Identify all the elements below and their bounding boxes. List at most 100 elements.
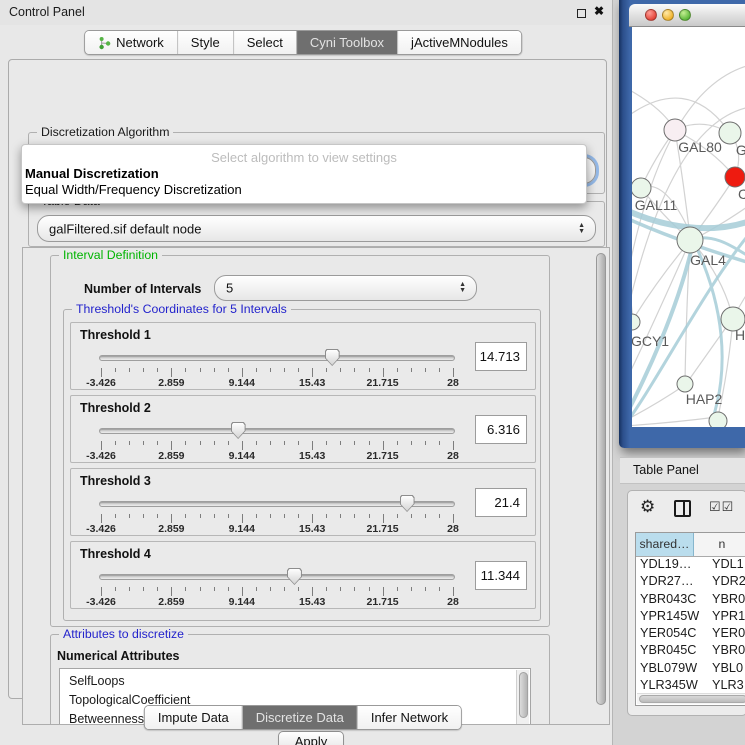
scale-tick-label: 9.144: [229, 377, 255, 389]
vertical-scrollbar[interactable]: [595, 251, 607, 723]
network-node-gal4[interactable]: [677, 227, 703, 253]
scale-tick-label: 21.715: [367, 377, 399, 389]
algorithm-option-equal-width-frequency-discretization[interactable]: Equal Width/Frequency Discretization: [25, 182, 242, 197]
slider-thumb[interactable]: [287, 568, 302, 585]
panel-title: Control Panel: [9, 5, 85, 19]
cell-name[interactable]: YBL0: [706, 661, 743, 678]
threshold-slider[interactable]: [99, 568, 459, 586]
threshold-slider[interactable]: [99, 349, 459, 367]
cell-shared-name[interactable]: YBR045C: [636, 643, 706, 660]
tab-select[interactable]: Select: [233, 31, 296, 54]
threshold-label: Threshold 2: [80, 401, 151, 415]
tab-style[interactable]: Style: [177, 31, 233, 54]
slider-scale-labels: -3.4262.8599.14415.4321.71528: [101, 523, 453, 535]
table-row[interactable]: YBL079WYBL0: [636, 661, 745, 678]
table-data-combo[interactable]: galFiltered.sif default node ▲▼: [37, 215, 596, 242]
table-row[interactable]: YER054CYER0: [636, 626, 745, 643]
network-node[interactable]: [709, 412, 727, 427]
cell-shared-name[interactable]: YBR043C: [636, 592, 706, 609]
network-node-ga[interactable]: [719, 122, 741, 144]
control-panel: Control Panel ✖ Network StyleSelectCyni T…: [0, 0, 613, 745]
float-window-icon[interactable]: [577, 9, 586, 18]
bottom-tab-discretize-data[interactable]: Discretize Data: [242, 706, 357, 729]
network-view-window[interactable]: GAL80GACGAL11GAL4GCY1HHAP2: [619, 0, 745, 448]
control-panel-titlebar: Control Panel ✖: [0, 0, 612, 25]
table-row[interactable]: YDL19…YDL1: [636, 557, 745, 574]
bottom-tab-infer-network[interactable]: Infer Network: [357, 706, 461, 729]
close-icon[interactable]: ✖: [594, 4, 604, 18]
scale-tick-label: 21.715: [367, 450, 399, 462]
column-header-shared-name[interactable]: shared…: [636, 533, 694, 556]
cell-name[interactable]: YBR0: [706, 643, 745, 660]
threshold-value-field[interactable]: 11.344: [475, 561, 527, 590]
threshold-value-field[interactable]: 14.713: [475, 342, 527, 371]
bottom-tab-impute-data[interactable]: Impute Data: [145, 706, 242, 729]
scale-tick-label: -3.426: [86, 596, 116, 608]
table-data-group: Table Data galFiltered.sif default node …: [28, 201, 605, 247]
scale-tick-label: 15.43: [299, 377, 325, 389]
columns-icon[interactable]: [674, 500, 691, 517]
zoom-button[interactable]: [679, 9, 691, 21]
scale-tick-label: 21.715: [367, 523, 399, 535]
network-node-c[interactable]: [725, 167, 745, 187]
tab-label: Network: [116, 31, 164, 54]
scale-tick-label: 15.43: [299, 523, 325, 535]
attribute-item-selfloops[interactable]: SelfLoops: [60, 672, 530, 691]
slider-track[interactable]: [99, 355, 455, 361]
network-node-hap2[interactable]: [677, 376, 693, 392]
threshold-row: Threshold 1 -3.4262.8599.14415.4321.7152…: [70, 322, 536, 390]
cell-shared-name[interactable]: YDL19…: [636, 557, 706, 574]
tab-network[interactable]: Network: [85, 31, 177, 54]
settings-scroll-area: Interval Definition Number of Intervals …: [22, 247, 610, 725]
checkbox-icons[interactable]: ☑☑: [709, 499, 734, 515]
threshold-value-field[interactable]: 21.4: [475, 488, 527, 517]
cell-name[interactable]: YER0: [706, 626, 745, 643]
close-button[interactable]: [645, 9, 657, 21]
group-title: Interval Definition: [59, 248, 162, 262]
network-node-gcy1[interactable]: [632, 314, 640, 330]
network-canvas[interactable]: GAL80GACGAL11GAL4GCY1HHAP2: [632, 27, 745, 427]
cell-name[interactable]: YDR2: [706, 574, 745, 591]
column-header-name[interactable]: n: [694, 533, 745, 556]
cell-name[interactable]: YDL1: [706, 557, 744, 574]
list-scrollbar[interactable]: [516, 670, 529, 725]
cell-name[interactable]: YPR1: [706, 609, 745, 626]
scale-tick-label: -3.426: [86, 523, 116, 535]
group-title: Discretization Algorithm: [37, 125, 173, 139]
network-node-gal80[interactable]: [664, 119, 686, 141]
tab-cyni-toolbox[interactable]: Cyni Toolbox: [296, 31, 397, 54]
combo-arrows-icon: ▲▼: [578, 223, 585, 235]
slider-thumb[interactable]: [231, 422, 246, 439]
cell-shared-name[interactable]: YPR145W: [636, 609, 706, 626]
horizontal-scrollbar[interactable]: [637, 693, 745, 704]
table-body: YDL19…YDL1YDR27…YDR2YBR043CYBR0YPR145WYP…: [636, 557, 745, 696]
apply-button[interactable]: Apply: [278, 731, 344, 745]
threshold-row: Threshold 4 -3.4262.8599.14415.4321.7152…: [70, 541, 536, 609]
slider-track[interactable]: [99, 428, 455, 434]
threshold-slider[interactable]: [99, 495, 459, 513]
cell-name[interactable]: YBR0: [706, 592, 745, 609]
cell-shared-name[interactable]: YDR27…: [636, 574, 706, 591]
table-header-row: shared… n: [636, 533, 745, 557]
table-row[interactable]: YBR045CYBR0: [636, 643, 745, 660]
threshold-value-field[interactable]: 6.316: [475, 415, 527, 444]
table-row[interactable]: YPR145WYPR1: [636, 609, 745, 626]
gear-icon[interactable]: ⚙: [640, 497, 655, 517]
threshold-slider[interactable]: [99, 422, 459, 440]
slider-track[interactable]: [99, 574, 455, 580]
interval-definition-group: Interval Definition Number of Intervals …: [50, 255, 550, 627]
table-row[interactable]: YBR043CYBR0: [636, 592, 745, 609]
slider-thumb[interactable]: [325, 349, 340, 366]
network-node-gal11[interactable]: [632, 178, 651, 198]
tab-label: Infer Network: [371, 706, 448, 729]
tab-jactivemnodules[interactable]: jActiveMNodules: [397, 31, 521, 54]
cell-shared-name[interactable]: YER054C: [636, 626, 706, 643]
scale-tick-label: -3.426: [86, 450, 116, 462]
cell-shared-name[interactable]: YBL079W: [636, 661, 706, 678]
number-of-intervals-combo[interactable]: 5 ▲▼: [214, 275, 477, 301]
algorithm-option-manual-discretization[interactable]: Manual Discretization: [25, 166, 159, 181]
minimize-button[interactable]: [662, 9, 674, 21]
table-row[interactable]: YDR27…YDR2: [636, 574, 745, 591]
slider-thumb[interactable]: [400, 495, 415, 512]
threshold-label: Threshold 4: [80, 547, 151, 561]
